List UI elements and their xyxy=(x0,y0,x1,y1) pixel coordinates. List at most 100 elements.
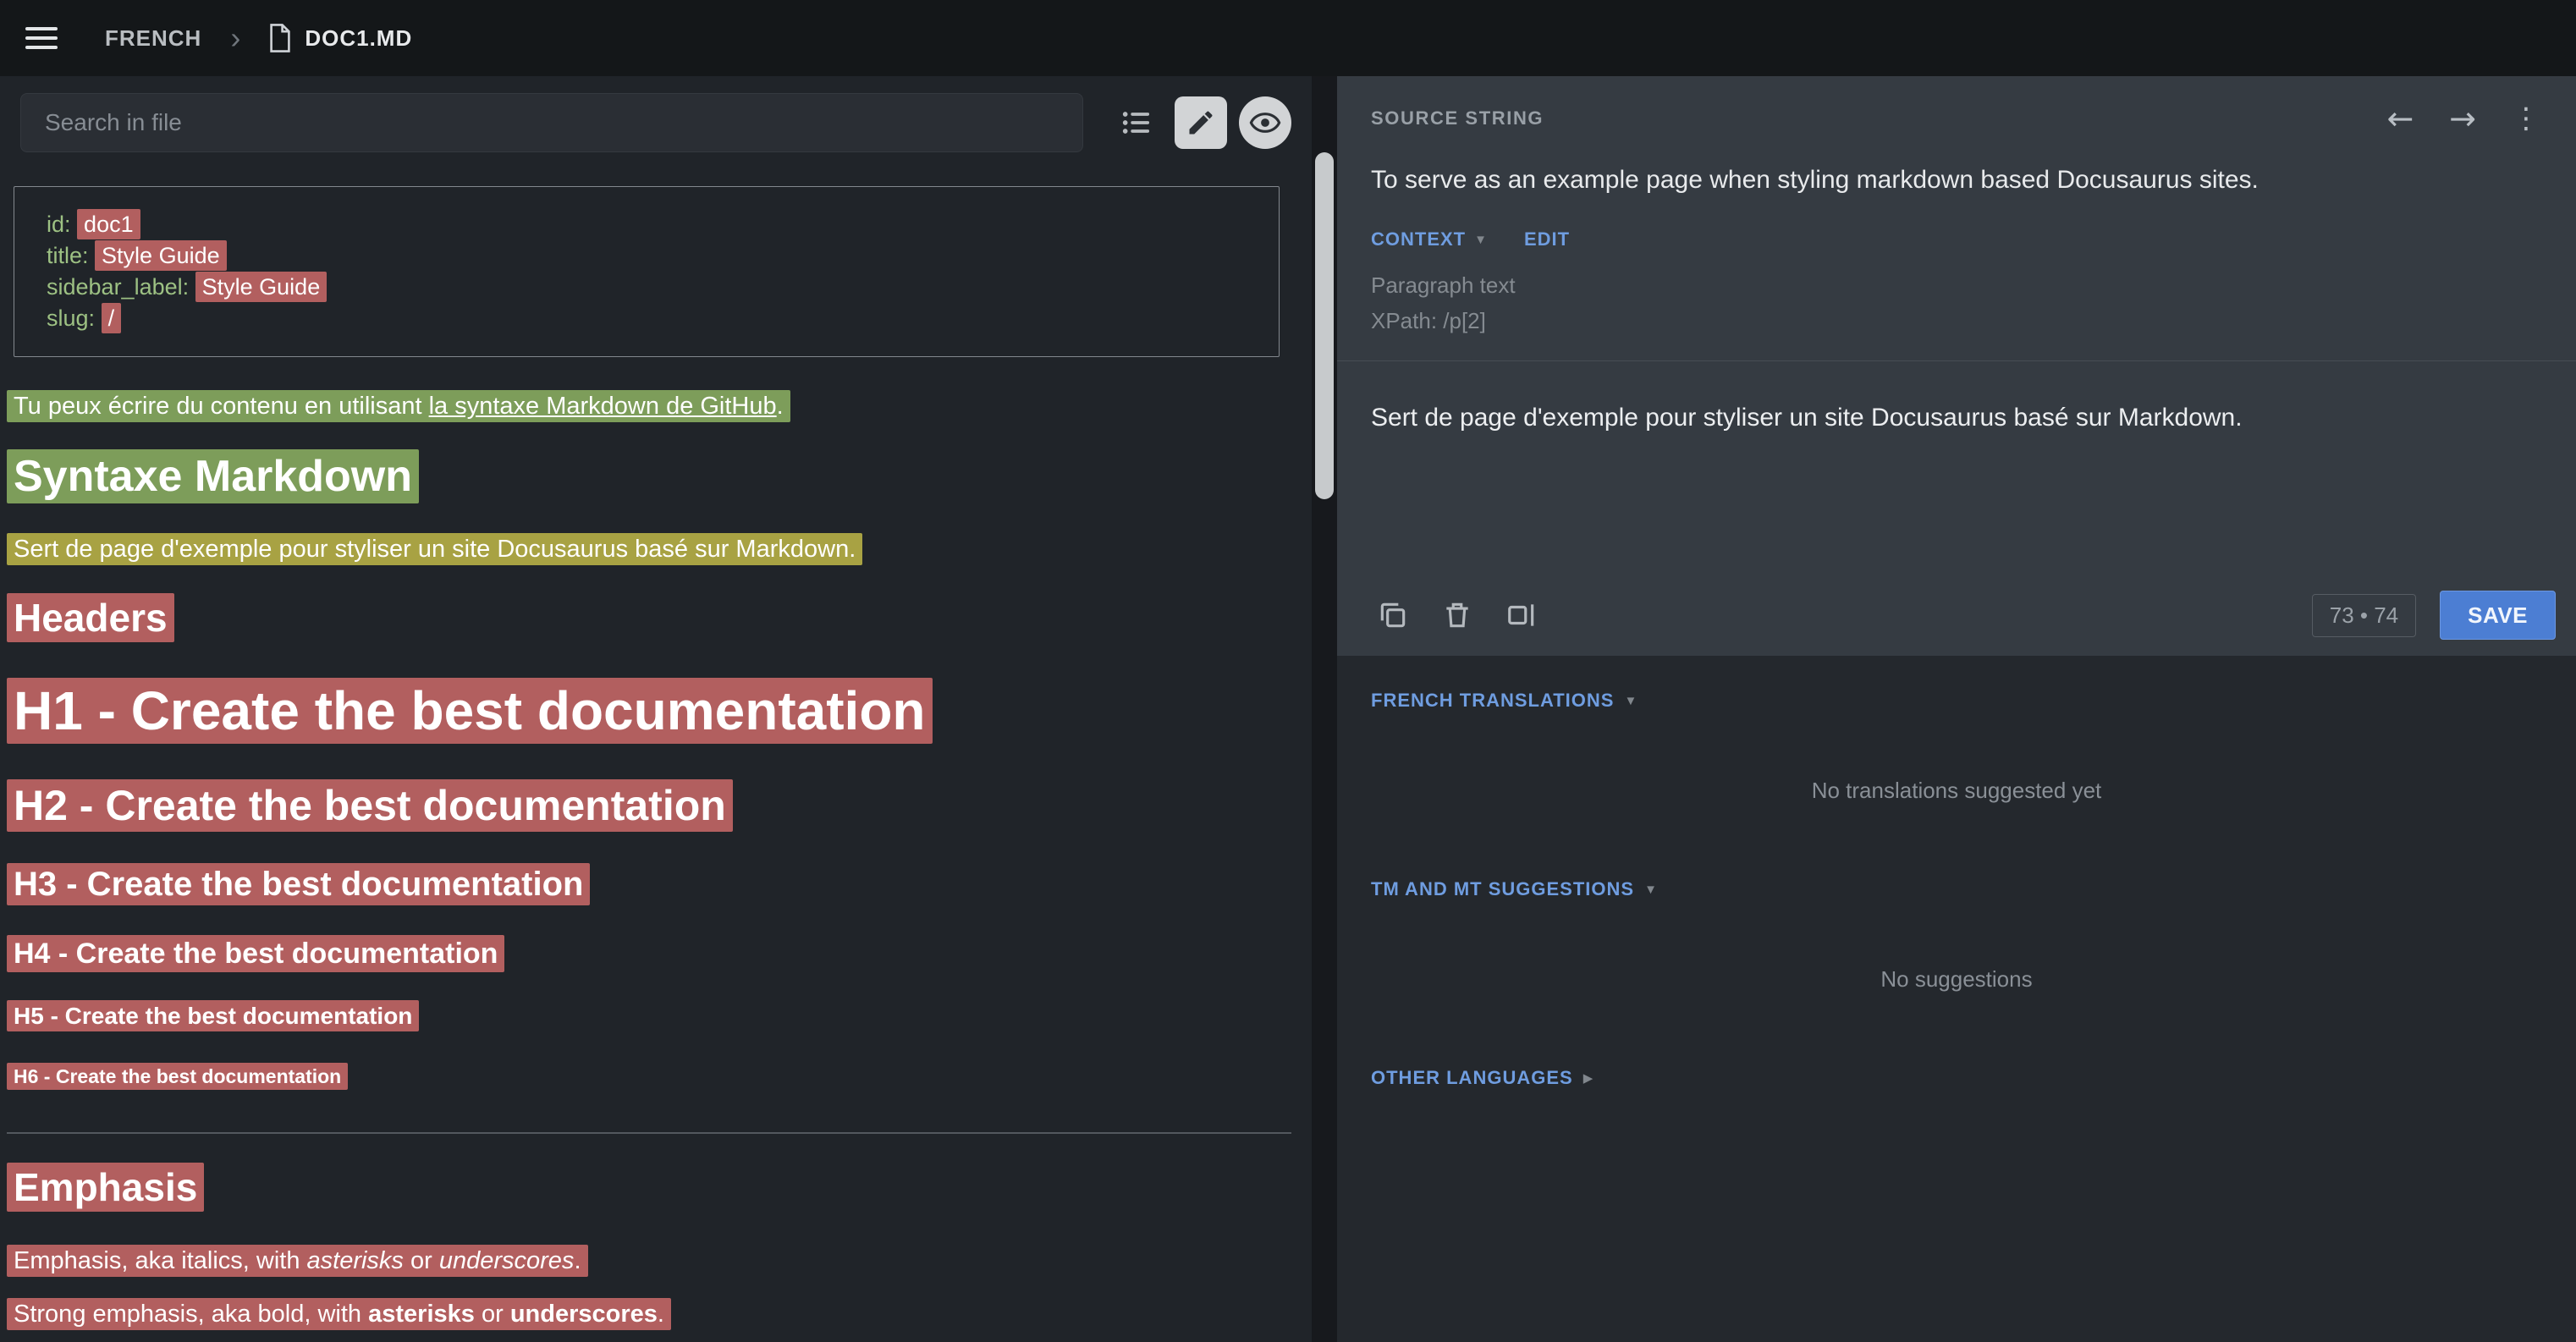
scrollbar-thumb[interactable] xyxy=(1315,152,1334,499)
tm-suggestions-label: TM AND MT SUGGESTIONS xyxy=(1371,878,1634,900)
text-selection-button[interactable] xyxy=(1489,590,1554,641)
bold-text: underscores xyxy=(510,1301,658,1328)
emphasis-text: or xyxy=(404,1247,439,1274)
source-header: SOURCE STRING ← → ⋮ xyxy=(1337,76,2576,161)
document-preview: id: doc1 title: Style Guide sidebar_labe… xyxy=(0,166,1312,1342)
frontmatter-block: id: doc1 title: Style Guide sidebar_labe… xyxy=(14,186,1280,357)
heading-headers: Headers xyxy=(7,595,1291,641)
clear-translation-button[interactable] xyxy=(1425,590,1489,641)
text-selection-icon xyxy=(1505,599,1538,631)
emphasis-paragraph: Emphasis, aka italics, with asterisks or… xyxy=(7,1244,1291,1279)
list-view-button[interactable] xyxy=(1110,96,1163,149)
source-string-label: SOURCE STRING xyxy=(1371,107,1544,129)
frontmatter-line: sidebar_label: Style Guide xyxy=(47,272,1279,303)
context-dropdown[interactable]: CONTEXT xyxy=(1371,228,1466,250)
untranslated-string[interactable]: Headers xyxy=(7,593,174,642)
tm-suggestions-header[interactable]: TM AND MT SUGGESTIONS ▼ xyxy=(1371,878,2542,900)
caret-down-icon: ▼ xyxy=(1624,694,1637,708)
preview-button[interactable] xyxy=(1239,96,1291,149)
copy-source-button[interactable] xyxy=(1361,590,1425,641)
translations-empty-text: No translations suggested yet xyxy=(1371,778,2542,804)
char-counter: 73 • 74 xyxy=(2312,594,2416,637)
previous-string-button[interactable]: ← xyxy=(2375,102,2425,135)
chevron-right-icon: › xyxy=(230,23,240,53)
frontmatter-key: slug: xyxy=(47,305,95,331)
search-row xyxy=(0,76,1312,166)
translated-string[interactable]: Tu peux écrire du contenu en utilisant l… xyxy=(7,390,790,422)
eye-icon xyxy=(1249,107,1281,139)
save-button[interactable]: SAVE xyxy=(2440,591,2556,640)
untranslated-string[interactable]: H6 - Create the best documentation xyxy=(7,1063,348,1090)
untranslated-string[interactable]: Emphasis xyxy=(7,1163,204,1212)
untranslated-string[interactable]: Strong emphasis, aka bold, with asterisk… xyxy=(7,1298,671,1330)
untranslated-string[interactable]: H2 - Create the best documentation xyxy=(7,779,733,832)
breadcrumb-project[interactable]: FRENCH xyxy=(105,25,201,52)
selected-string[interactable]: Sert de page d'exemple pour styliser un … xyxy=(7,533,862,565)
left-arrow-icon: ← xyxy=(2386,100,2414,137)
translation-toolbar: 73 • 74 SAVE xyxy=(1337,575,2576,656)
pencil-icon xyxy=(1186,107,1216,138)
emphasis-text: . xyxy=(574,1247,581,1274)
intro-paragraph: Tu peux écrire du contenu en utilisant l… xyxy=(7,389,1291,424)
suggestions-section: FRENCH TRANSLATIONS ▼ No translations su… xyxy=(1337,656,2576,1342)
frontmatter-line: title: Style Guide xyxy=(47,240,1279,272)
untranslated-string[interactable]: Emphasis, aka italics, with asterisks or… xyxy=(7,1245,588,1277)
translated-string[interactable]: Syntaxe Markdown xyxy=(7,449,419,503)
translation-input[interactable]: Sert de page d'exemple pour styliser un … xyxy=(1337,361,2576,575)
frontmatter-key: id: xyxy=(47,212,71,237)
frontmatter-value[interactable]: Style Guide xyxy=(195,272,328,302)
edit-link[interactable]: EDIT xyxy=(1524,228,1570,250)
strong-text: or xyxy=(475,1301,510,1328)
heading-h5: H5 - Create the best documentation xyxy=(7,1003,1291,1030)
menu-icon[interactable] xyxy=(25,21,58,55)
file-icon xyxy=(269,24,291,52)
heading-h2: H2 - Create the best documentation xyxy=(7,781,1291,830)
search-input[interactable] xyxy=(20,93,1083,152)
frontmatter-value[interactable]: Style Guide xyxy=(95,240,227,271)
heading-h1: H1 - Create the best documentation xyxy=(7,679,1291,742)
scrollbar-track[interactable] xyxy=(1312,76,1337,1342)
breadcrumb-file: DOC1.MD xyxy=(305,25,412,52)
untranslated-string[interactable]: H4 - Create the best documentation xyxy=(7,935,504,972)
other-languages-header[interactable]: OTHER LANGUAGES ▶ xyxy=(1371,1067,2542,1089)
heading-h3: H3 - Create the best documentation xyxy=(7,866,1291,904)
strong-paragraph: Strong emphasis, aka bold, with asterisk… xyxy=(7,1297,1291,1332)
list-icon xyxy=(1120,106,1153,140)
source-section: SOURCE STRING ← → ⋮ To serve as an examp… xyxy=(1337,76,2576,656)
untranslated-string[interactable]: H5 - Create the best documentation xyxy=(7,1000,419,1031)
next-string-button[interactable]: → xyxy=(2437,102,2488,135)
bold-text: asterisks xyxy=(368,1301,475,1328)
horizontal-rule xyxy=(7,1132,1291,1134)
untranslated-string[interactable]: H3 - Create the best documentation xyxy=(7,863,590,905)
caret-down-icon: ▼ xyxy=(1644,883,1657,897)
context-row: CONTEXT ▼ EDIT xyxy=(1371,228,2542,250)
markdown-link[interactable]: la syntaxe Markdown de GitHub xyxy=(429,393,777,420)
right-arrow-icon: → xyxy=(2449,100,2476,137)
frontmatter-value[interactable]: / xyxy=(102,303,122,333)
heading-syntaxe-markdown: Syntaxe Markdown xyxy=(7,451,1291,502)
emphasis-text: Emphasis, aka italics, with xyxy=(14,1247,307,1274)
frontmatter-key: title: xyxy=(47,243,89,268)
intro-text: Tu peux écrire du contenu en utilisant xyxy=(14,393,429,420)
caret-down-icon[interactable]: ▼ xyxy=(1474,233,1487,247)
untranslated-string[interactable]: H1 - Create the best documentation xyxy=(7,678,933,744)
more-options-button[interactable]: ⋮ xyxy=(2500,104,2552,133)
italic-text: asterisks xyxy=(307,1247,404,1274)
trash-icon xyxy=(1441,599,1473,631)
other-languages-label: OTHER LANGUAGES xyxy=(1371,1067,1573,1089)
heading-h4: H4 - Create the best documentation xyxy=(7,938,1291,971)
kebab-menu-icon: ⋮ xyxy=(2512,102,2540,135)
frontmatter-line: slug: / xyxy=(47,303,1279,334)
frontmatter-value[interactable]: doc1 xyxy=(77,209,140,239)
edit-mode-button[interactable] xyxy=(1175,96,1227,149)
heading-h6: H6 - Create the best documentation xyxy=(7,1065,1291,1088)
french-translations-label: FRENCH TRANSLATIONS xyxy=(1371,690,1614,712)
selected-paragraph: Sert de page d'exemple pour styliser un … xyxy=(7,532,1291,567)
source-text: To serve as an example page when styling… xyxy=(1371,166,2542,195)
tm-empty-text: No suggestions xyxy=(1371,966,2542,993)
context-xpath: XPath: /p[2] xyxy=(1371,303,2542,338)
intro-text-end: . xyxy=(777,393,784,420)
strong-text: Strong emphasis, aka bold, with xyxy=(14,1301,368,1328)
french-translations-header[interactable]: FRENCH TRANSLATIONS ▼ xyxy=(1371,690,2542,712)
topbar: FRENCH › DOC1.MD xyxy=(0,0,2576,76)
